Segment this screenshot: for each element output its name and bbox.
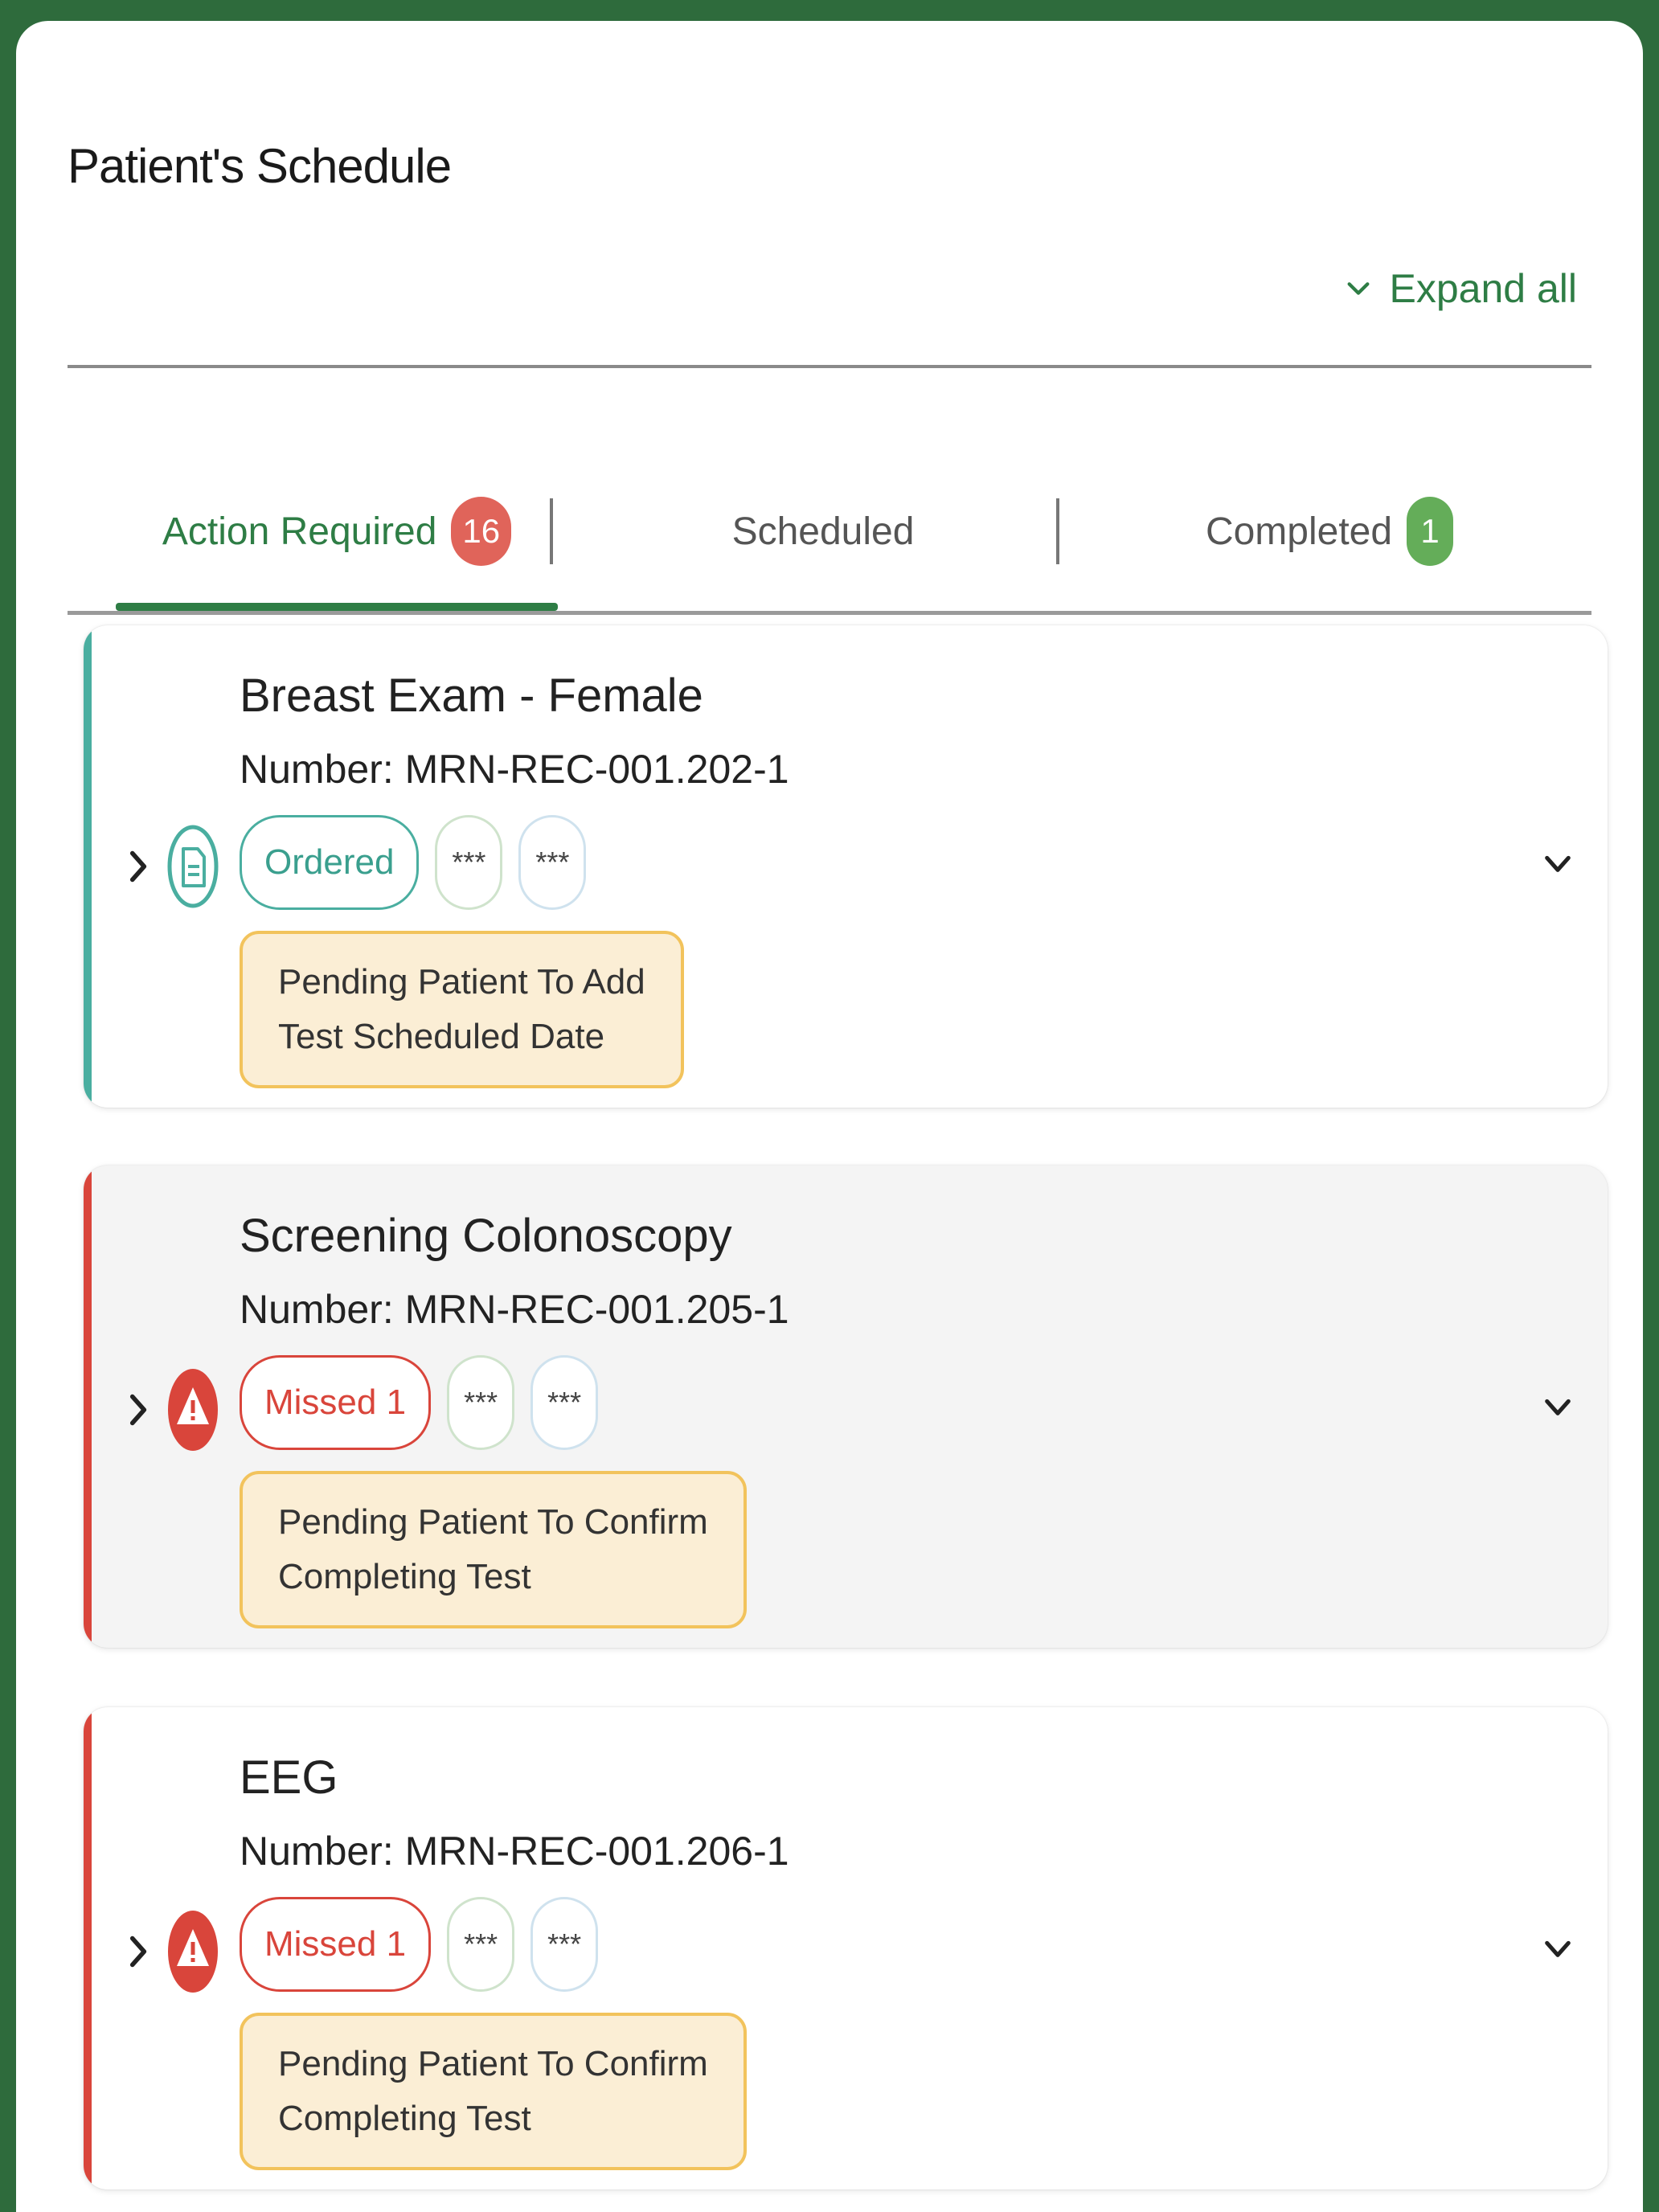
chevron-down-icon [1345, 265, 1372, 312]
status-chips: Missed 1 *** *** [240, 1897, 599, 1992]
masked-chip[interactable]: *** [530, 1897, 599, 1992]
card-accent-bar [84, 1707, 92, 2189]
status-chip-missed[interactable]: Missed 1 [240, 1355, 432, 1450]
masked-chip[interactable]: *** [447, 1897, 515, 1992]
schedule-card[interactable]: Screening Colonoscopy Number: MRN-REC-00… [84, 1165, 1608, 1648]
tab-separator [1056, 498, 1059, 564]
card-accent-bar [84, 1165, 92, 1648]
status-chips: Ordered *** *** [240, 815, 587, 910]
schedule-panel: Patient's Schedule Expand all Action Req… [16, 21, 1643, 2212]
tab-label: Scheduled [731, 510, 915, 553]
chevron-down-icon[interactable] [1542, 1932, 1574, 1964]
chevron-right-icon[interactable] [122, 1927, 154, 1976]
header-divider [68, 365, 1591, 368]
chevron-down-icon[interactable] [1542, 847, 1574, 879]
warning-icon [167, 1910, 219, 1993]
card-title: Breast Exam - Female [240, 670, 703, 722]
card-number: Number: MRN-REC-001.206-1 [240, 1829, 789, 1874]
tab-separator [550, 498, 553, 564]
schedule-card[interactable]: EEG Number: MRN-REC-001.206-1 Missed 1 *… [84, 1707, 1608, 2189]
card-number: Number: MRN-REC-001.202-1 [240, 747, 789, 792]
masked-chip[interactable]: *** [447, 1355, 515, 1450]
tab-label: Action Required [162, 510, 437, 553]
tab-action-required[interactable]: Action Required 16 [116, 471, 558, 592]
chevron-right-icon[interactable] [122, 1386, 154, 1434]
tab-label: Completed [1205, 510, 1393, 553]
tab-completed[interactable]: Completed 1 [1088, 471, 1571, 592]
tab-bar: Action Required 16 Scheduled Completed 1 [68, 471, 1591, 616]
pending-status-box: Pending Patient To Confirm Completing Te… [240, 2013, 747, 2170]
warning-icon [167, 1368, 219, 1452]
tabs-divider [68, 611, 1591, 615]
page-title: Patient's Schedule [68, 139, 452, 193]
card-title: Screening Colonoscopy [240, 1210, 732, 1262]
count-badge: 1 [1407, 497, 1454, 566]
masked-chip[interactable]: *** [518, 815, 587, 910]
card-number: Number: MRN-REC-001.205-1 [240, 1287, 789, 1332]
status-chip-ordered[interactable]: Ordered [240, 815, 420, 910]
status-chips: Missed 1 *** *** [240, 1355, 599, 1450]
expand-all-button[interactable]: Expand all [1345, 265, 1578, 312]
count-badge: 16 [451, 497, 512, 566]
active-tab-indicator [116, 603, 558, 611]
masked-chip[interactable]: *** [530, 1355, 599, 1450]
masked-chip[interactable]: *** [435, 815, 503, 910]
schedule-card[interactable]: Breast Exam - Female Number: MRN-REC-001… [84, 625, 1608, 1108]
tab-scheduled[interactable]: Scheduled [582, 471, 1064, 592]
status-chip-missed[interactable]: Missed 1 [240, 1897, 432, 1992]
expand-all-label: Expand all [1389, 266, 1578, 311]
chevron-right-icon[interactable] [122, 842, 154, 891]
pending-status-box: Pending Patient To Add Test Scheduled Da… [240, 931, 684, 1088]
chevron-down-icon[interactable] [1542, 1391, 1574, 1423]
document-icon [167, 825, 219, 908]
card-accent-bar [84, 625, 92, 1108]
pending-status-box: Pending Patient To Confirm Completing Te… [240, 1471, 747, 1628]
card-title: EEG [240, 1751, 338, 1804]
